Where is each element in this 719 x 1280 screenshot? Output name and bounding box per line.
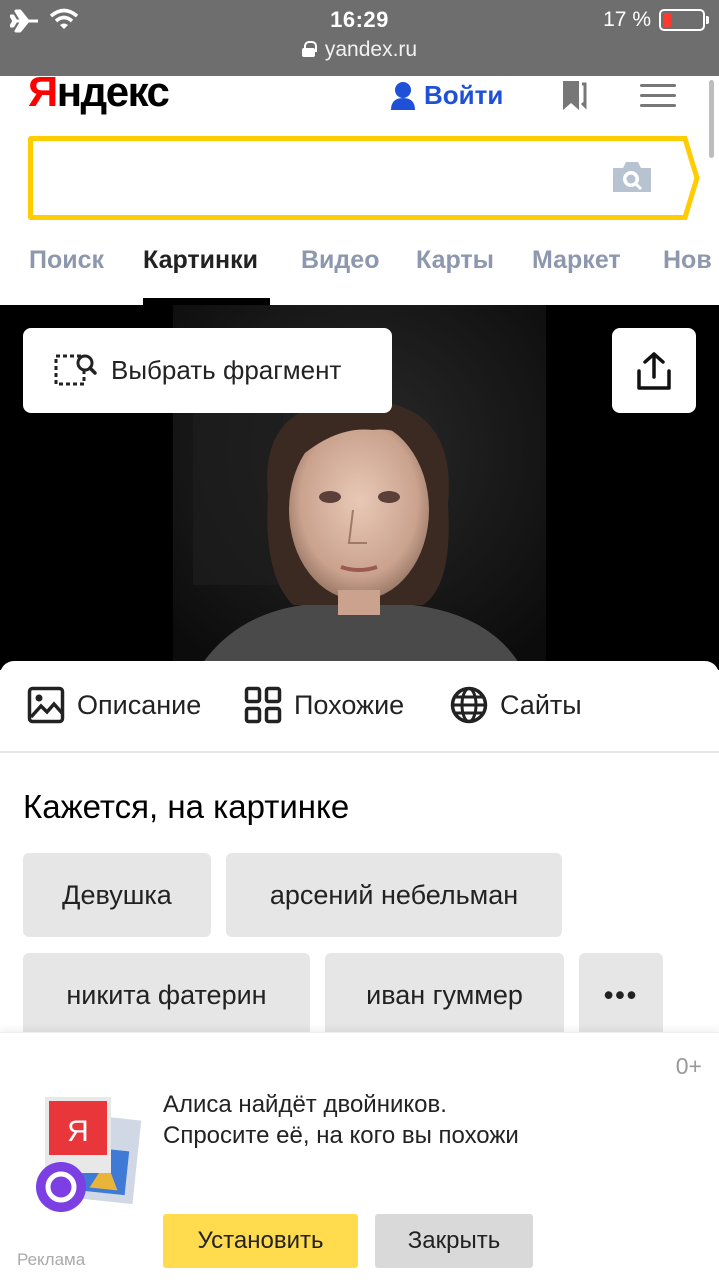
search-box-arrow	[672, 136, 700, 220]
tab-sites[interactable]: Сайты	[450, 686, 582, 724]
icon-letter: Я	[67, 1115, 89, 1148]
install-button[interactable]: Установить	[163, 1214, 358, 1268]
search-input[interactable]	[28, 136, 682, 220]
tab-description-label: Описание	[77, 689, 202, 720]
ad-line-2: Спросите её, на кого вы похожи	[163, 1122, 519, 1149]
close-button[interactable]: Закрыть	[375, 1214, 533, 1268]
share-icon	[637, 351, 671, 390]
tab-images[interactable]: Картинки	[143, 246, 258, 275]
login-button[interactable]: Войти	[390, 80, 503, 111]
more-tags-button[interactable]: •••	[579, 953, 663, 1037]
image-icon	[27, 686, 65, 724]
share-button[interactable]	[612, 328, 696, 413]
logo-rest: ндекс	[56, 68, 170, 115]
tab-description[interactable]: Описание	[27, 686, 201, 724]
tab-video[interactable]: Видео	[301, 246, 379, 275]
select-fragment-button[interactable]: Выбрать фрагмент	[23, 328, 392, 413]
battery-percent: 17 %	[603, 8, 651, 31]
tag-chip[interactable]: иван гуммер	[325, 953, 564, 1037]
tag-chip[interactable]: Девушка	[23, 853, 211, 937]
address-bar[interactable]: yandex.ru	[0, 38, 719, 62]
tab-similar[interactable]: Похожие	[244, 686, 404, 724]
alice-icon: Я	[36, 1097, 142, 1212]
yandex-logo[interactable]: Яндекс	[28, 68, 170, 116]
tab-similar-label: Похожие	[294, 689, 405, 720]
battery-icon	[659, 9, 709, 31]
tag-chip[interactable]: арсений небельман	[226, 853, 562, 937]
tab-maps[interactable]: Карты	[416, 246, 494, 275]
ad-label: Реклама	[17, 1250, 86, 1269]
logo-first-letter: Я	[28, 68, 58, 115]
crop-icon	[54, 354, 97, 385]
active-tab-indicator	[143, 298, 270, 305]
user-icon	[391, 81, 415, 110]
ad-line-1: Алиса найдёт двойников.	[163, 1091, 447, 1118]
url-text: yandex.ru	[324, 38, 418, 61]
tag-chip[interactable]: никита фатерин	[23, 953, 310, 1037]
camera-icon[interactable]	[611, 160, 653, 194]
grid-icon	[244, 686, 282, 724]
lock-icon	[301, 41, 317, 57]
tab-search[interactable]: Поиск	[29, 246, 104, 275]
scroll-indicator	[709, 80, 714, 158]
age-rating: 0+	[675, 1053, 702, 1079]
tab-market[interactable]: Маркет	[532, 246, 621, 275]
page: 16:29 yandex.ru 17 % Яндекс Войти Поиск …	[0, 0, 719, 1280]
section-title: Кажется, на картинке	[23, 788, 350, 825]
bookmark-icon[interactable]	[559, 80, 587, 112]
menu-icon[interactable]	[640, 84, 676, 108]
result-tabs: Описание Похожие Сайты	[0, 661, 719, 753]
tab-news[interactable]: Нов	[663, 246, 712, 275]
ad-text: Алиса найдёт двойников. Спросите её, на …	[163, 1089, 519, 1151]
select-fragment-label: Выбрать фрагмент	[111, 355, 342, 385]
status-bar: 16:29 yandex.ru 17 %	[0, 0, 719, 76]
globe-icon	[450, 686, 488, 724]
tab-sites-label: Сайты	[500, 689, 582, 720]
ad-banner: 0+ Я Алиса найдёт двойников. Спросите её…	[0, 1032, 719, 1280]
login-label: Войти	[424, 80, 504, 110]
